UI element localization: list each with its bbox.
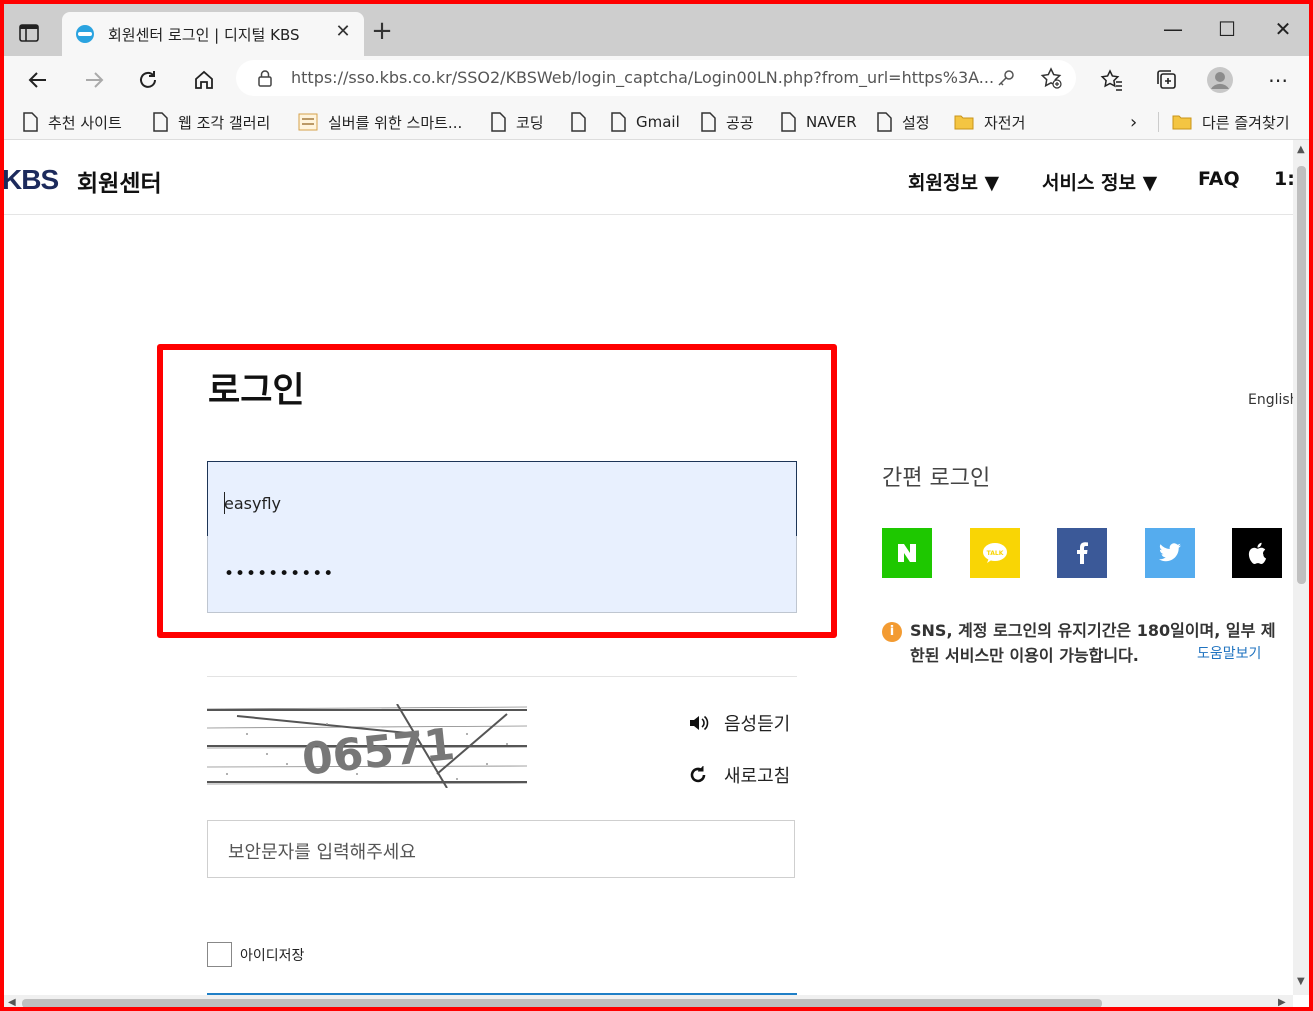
- naver-icon[interactable]: [882, 528, 932, 578]
- bookmark-item[interactable]: NAVER: [780, 111, 857, 133]
- speaker-icon: [690, 715, 709, 731]
- profile-avatar-icon[interactable]: [1204, 64, 1236, 96]
- checkbox[interactable]: [207, 942, 232, 967]
- page-icon: [611, 112, 626, 132]
- save-id-label: 아이디저장: [240, 947, 305, 964]
- address-bar[interactable]: https://sso.kbs.co.kr/SSO2/KBSWeb/login_…: [236, 60, 1076, 96]
- kakao-icon[interactable]: TALK: [970, 528, 1020, 578]
- bookmarks-bar: 추천 사이트 웹 조각 갤러리 실버를 위한 스마트... 코딩 Gmail 공…: [4, 102, 1309, 140]
- tab-active[interactable]: 회원센터 로그인 | 디지털 KBS ✕: [62, 12, 364, 56]
- scroll-left-icon[interactable]: ◀: [8, 997, 16, 1007]
- bookmark-item[interactable]: 설정: [876, 111, 930, 133]
- more-menu-icon[interactable]: ⋯: [1262, 64, 1294, 96]
- close-window-icon[interactable]: ✕: [1268, 16, 1298, 42]
- facebook-icon[interactable]: [1057, 528, 1107, 578]
- back-icon[interactable]: [22, 64, 54, 96]
- refresh-icon: [690, 766, 706, 783]
- nav-service-info[interactable]: 서비스 정보 ▼: [1042, 168, 1157, 195]
- horizontal-scrollbar[interactable]: ◀ ▶: [4, 995, 1293, 1007]
- site-title[interactable]: 회원센터: [77, 164, 162, 198]
- refresh-captcha-button[interactable]: 새로고침: [688, 762, 790, 788]
- add-favorite-icon[interactable]: [1040, 67, 1062, 93]
- folder-icon: [954, 115, 974, 130]
- nav-one-to-one[interactable]: 1:1: [1274, 168, 1293, 190]
- minimize-icon[interactable]: —: [1158, 16, 1188, 42]
- nav-member-info[interactable]: 회원정보 ▼: [908, 168, 999, 195]
- tab-strip: 회원센터 로그인 | 디지털 KBS ✕ + — ☐ ✕: [4, 4, 1309, 56]
- web-page: KBS 회원센터 회원정보 ▼ 서비스 정보 ▼ FAQ 1:1 로그인 Eng…: [4, 140, 1293, 995]
- page-icon: [571, 112, 586, 132]
- bookmark-item[interactable]: 공공: [700, 111, 754, 133]
- other-favorites-folder[interactable]: 다른 즐겨찾기: [1172, 111, 1290, 133]
- collections-icon[interactable]: [1150, 64, 1182, 96]
- address-bar-row: https://sso.kbs.co.kr/SSO2/KBSWeb/login_…: [4, 56, 1309, 102]
- folder-icon: [1172, 115, 1192, 130]
- site-thumbnail-icon: [298, 113, 318, 131]
- page-icon: [701, 112, 716, 132]
- scroll-up-icon[interactable]: ▲: [1297, 144, 1305, 155]
- page-icon: [23, 112, 38, 132]
- site-header: KBS 회원센터 회원정보 ▼ 서비스 정보 ▼ FAQ 1:1: [4, 140, 1293, 215]
- highlight-annotation: [157, 344, 837, 638]
- horizontal-scroll-thumb[interactable]: [22, 999, 1102, 1007]
- bookmark-item[interactable]: 추천 사이트: [22, 111, 122, 133]
- scroll-right-icon[interactable]: ▶: [1278, 997, 1286, 1007]
- tab-actions-icon[interactable]: [18, 22, 40, 44]
- page-icon: [153, 112, 168, 132]
- favorites-icon[interactable]: [1096, 64, 1128, 96]
- captcha-input[interactable]: 보안문자를 입력해주세요: [207, 820, 795, 878]
- svg-text:TALK: TALK: [987, 550, 1004, 557]
- divider: [207, 676, 797, 677]
- chevron-right-icon[interactable]: ›: [1130, 111, 1137, 133]
- divider: [1158, 112, 1159, 132]
- nav-faq[interactable]: FAQ: [1198, 168, 1240, 190]
- browser-window: 회원센터 로그인 | 디지털 KBS ✕ + — ☐ ✕ https://sso…: [0, 0, 1313, 1011]
- maximize-icon[interactable]: ☐: [1212, 16, 1242, 42]
- url-text[interactable]: https://sso.kbs.co.kr/SSO2/KBSWeb/login_…: [291, 68, 994, 87]
- page-icon: [491, 112, 506, 132]
- captcha-image: 06571: [207, 704, 527, 788]
- english-link[interactable]: English: [1248, 392, 1293, 408]
- twitter-icon[interactable]: [1145, 528, 1195, 578]
- lock-icon[interactable]: [256, 69, 274, 87]
- scroll-down-icon[interactable]: ▼: [1297, 976, 1305, 987]
- forward-icon[interactable]: [78, 64, 110, 96]
- key-icon[interactable]: [996, 68, 1016, 92]
- bookmark-item[interactable]: 웹 조각 갤러리: [152, 111, 270, 133]
- refresh-icon[interactable]: [132, 64, 164, 96]
- tab-title: 회원센터 로그인 | 디지털 KBS: [108, 26, 300, 44]
- kbs-favicon-icon: [76, 25, 94, 43]
- close-tab-icon[interactable]: ✕: [333, 22, 353, 42]
- kbs-logo[interactable]: KBS: [4, 164, 59, 196]
- apple-icon[interactable]: [1232, 528, 1282, 578]
- bookmark-folder[interactable]: 자전거: [954, 111, 1025, 133]
- home-icon[interactable]: [188, 64, 220, 96]
- bookmark-item[interactable]: Gmail: [610, 111, 680, 133]
- info-icon: i: [882, 622, 902, 642]
- bookmark-item[interactable]: 실버를 위한 스마트...: [298, 111, 462, 133]
- easy-login-title: 간편 로그인: [882, 466, 991, 491]
- bookmark-item[interactable]: 코딩: [490, 111, 544, 133]
- listen-audio-button[interactable]: 음성듣기: [688, 710, 790, 736]
- vertical-scroll-thumb[interactable]: [1297, 166, 1306, 584]
- page-icon: [877, 112, 892, 132]
- save-id-checkbox[interactable]: 아이디저장: [207, 942, 304, 967]
- page-icon: [781, 112, 796, 132]
- new-tab-icon[interactable]: +: [370, 18, 394, 44]
- bookmark-item[interactable]: [570, 111, 596, 133]
- vertical-scrollbar[interactable]: ▲ ▼: [1293, 140, 1309, 995]
- help-link[interactable]: 도움말보기: [1197, 643, 1261, 663]
